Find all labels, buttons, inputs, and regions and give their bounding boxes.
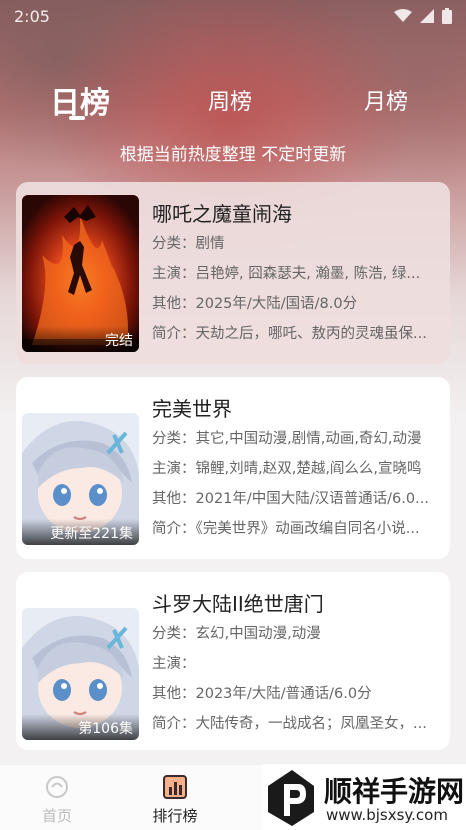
- item-genre: 分类：玄幻,中国动漫,动漫: [152, 626, 321, 642]
- watermark-brand: 顺祥手游网: [324, 775, 465, 808]
- poster-badge: 完结: [22, 326, 139, 352]
- item-other: 其他：2023年/大陆/普通话/6.0分: [152, 686, 372, 702]
- poster-image: 第106集: [22, 608, 139, 740]
- item-cast: 主演：: [152, 656, 196, 672]
- item-other: 其他：2025年/大陆/国语/8.0分: [152, 296, 358, 312]
- item-title: 斗罗大陆II绝世唐门: [152, 592, 324, 616]
- item-cast: 主演：锦鲤,刘晴,赵双,楚越,阎么么,宣晓鸣: [152, 461, 422, 477]
- ranking-subtitle: 根据当前热度整理 不定时更新: [119, 145, 347, 165]
- signal-icon: [420, 9, 434, 23]
- item-title: 完美世界: [152, 397, 232, 421]
- status-time: 2:05: [14, 6, 50, 26]
- item-genre: 分类：其它,中国动漫,剧情,动画,奇幻,动漫: [152, 431, 422, 447]
- nav-ranking[interactable]: 排行榜: [140, 775, 210, 826]
- item-genre: 分类：剧情: [152, 236, 225, 252]
- nav-home[interactable]: 首页: [22, 775, 92, 826]
- battery-icon: [442, 8, 452, 24]
- poster-badge: 第106集: [22, 714, 139, 740]
- ranking-icon: [163, 775, 187, 799]
- tab-month[interactable]: 月榜: [364, 84, 408, 116]
- wifi-icon: [394, 9, 412, 22]
- home-icon: [46, 776, 68, 798]
- poster-badge: 更新至221集: [22, 519, 139, 545]
- item-other: 其他：2021年/中国大陆/汉语普通话/6.0...: [152, 491, 429, 507]
- nav-home-label: 首页: [41, 807, 72, 825]
- item-intro: 简介：天劫之后，哪吒、敖丙的灵魂虽保...: [152, 326, 427, 342]
- item-title: 哪吒之魔童闹海: [152, 202, 292, 226]
- watermark-url: www.bjsxsy.com: [326, 806, 448, 824]
- poster-image: 更新至221集: [22, 413, 139, 545]
- item-intro: 简介：大陆传奇，一战成名；凤凰圣女，...: [152, 716, 427, 732]
- status-bar: 2:05: [0, 0, 466, 32]
- item-intro: 简介：《完美世界》动画改编自同名小说...: [152, 521, 420, 537]
- item-cast: 主演：吕艳婷, 囧森瑟夫, 瀚墨, 陈浩, 绿...: [152, 266, 421, 282]
- tab-indicator: [69, 116, 85, 120]
- ranking-card[interactable]: 第106集 斗罗大陆II绝世唐门 分类：玄幻,中国动漫,动漫 主演： 其他：20…: [16, 572, 450, 750]
- watermark: 顺祥手游网 www.bjsxsy.com: [262, 764, 466, 830]
- nav-ranking-label: 排行榜: [152, 807, 198, 825]
- ranking-card[interactable]: 完结 哪吒之魔童闹海 分类：剧情 主演：吕艳婷, 囧森瑟夫, 瀚墨, 陈浩, 绿…: [16, 182, 450, 364]
- poster-image: 完结: [22, 195, 139, 352]
- ranking-card[interactable]: 更新至221集 完美世界 分类：其它,中国动漫,剧情,动画,奇幻,动漫 主演：锦…: [16, 377, 450, 559]
- tab-week[interactable]: 周榜: [208, 84, 252, 116]
